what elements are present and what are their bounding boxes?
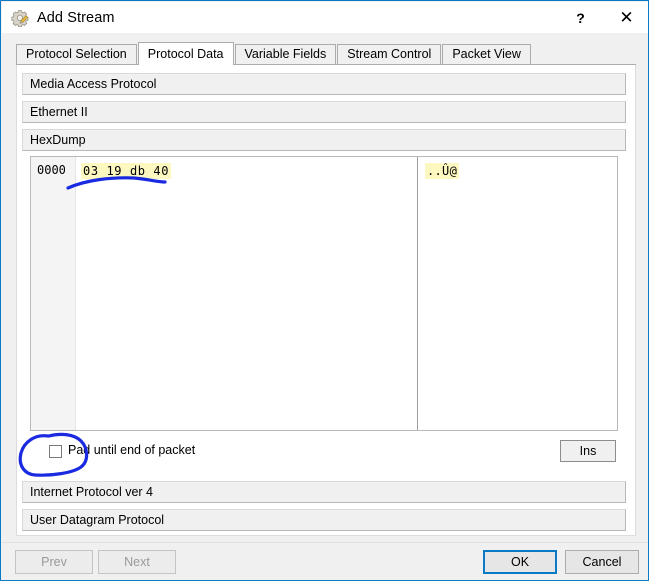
- tab-packet-view[interactable]: Packet View: [442, 44, 531, 64]
- add-stream-dialog: Add Stream ? ✕ Protocol Selection Protoc…: [0, 0, 649, 581]
- hex-offset-gutter: [31, 157, 76, 430]
- tab-variable-fields[interactable]: Variable Fields: [234, 44, 337, 64]
- tab-protocol-data[interactable]: Protocol Data: [137, 42, 234, 65]
- hex-offset-label: 0000: [37, 163, 66, 177]
- hex-editor[interactable]: 0000 03 19 db 40 ..Û@: [30, 156, 618, 431]
- help-icon[interactable]: ?: [558, 2, 603, 33]
- tab-strip: Protocol Selection Protocol Data Variabl…: [16, 42, 636, 65]
- ok-button[interactable]: OK: [483, 550, 557, 574]
- section-header-internet-protocol-ver-4[interactable]: Internet Protocol ver 4: [22, 481, 626, 503]
- dialog-footer: Prev Next OK Cancel: [2, 542, 648, 580]
- close-icon[interactable]: ✕: [604, 2, 648, 33]
- protocol-data-panel: Media Access Protocol Ethernet II HexDum…: [16, 65, 636, 536]
- tab-stream-control[interactable]: Stream Control: [337, 44, 442, 64]
- gear-pencil-icon: [11, 9, 29, 27]
- section-header-media-access-protocol[interactable]: Media Access Protocol: [22, 73, 626, 95]
- title-bar: Add Stream ? ✕: [2, 2, 648, 33]
- section-header-hexdump[interactable]: HexDump: [22, 129, 626, 151]
- section-header-ethernet-ii[interactable]: Ethernet II: [22, 101, 626, 123]
- pad-row: Pad until end of packet Ins: [30, 439, 618, 469]
- hex-ascii-value[interactable]: ..Û@: [425, 163, 460, 179]
- window-title: Add Stream: [37, 9, 115, 26]
- tab-protocol-selection[interactable]: Protocol Selection: [16, 44, 137, 64]
- pad-until-end-of-packet-checkbox[interactable]: [49, 445, 62, 458]
- pad-until-end-of-packet-label[interactable]: Pad until end of packet: [68, 443, 195, 457]
- section-header-user-datagram-protocol[interactable]: User Datagram Protocol: [22, 509, 626, 531]
- ins-button[interactable]: Ins: [560, 440, 616, 462]
- hex-ascii-divider: [417, 157, 418, 430]
- cancel-button[interactable]: Cancel: [565, 550, 639, 574]
- prev-button[interactable]: Prev: [15, 550, 93, 574]
- next-button[interactable]: Next: [98, 550, 176, 574]
- hex-bytes-value[interactable]: 03 19 db 40: [81, 163, 172, 179]
